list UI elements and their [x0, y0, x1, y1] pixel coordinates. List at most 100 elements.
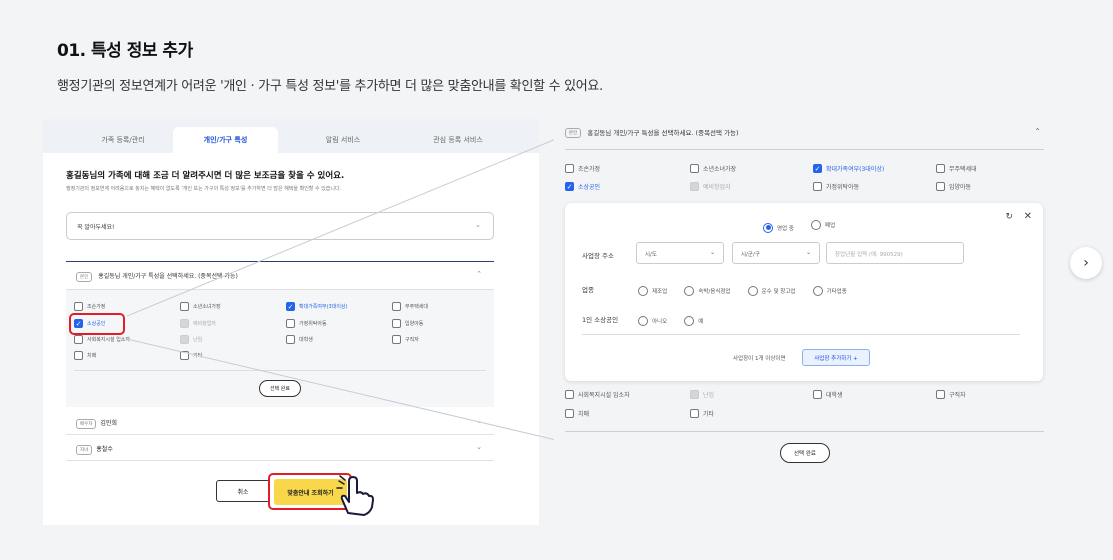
- option-checkbox-checked[interactable]: ✓ 소상공인: [565, 182, 600, 191]
- member-badge: 본인: [565, 128, 582, 138]
- divider: [582, 334, 1020, 335]
- member-row[interactable]: 자녀 홍철수 ⌄: [66, 435, 494, 461]
- traits-accordion-header[interactable]: 본인 홍길동님 개인/가구 특성을 선택하세요. (중복선택 가능) ⌃: [66, 261, 494, 289]
- tab-bar: 가족 등록/관리 개인/가구 특성 알림 서비스 관심 등록 서비스: [43, 119, 539, 153]
- checkbox-icon: [936, 390, 945, 399]
- option-checkbox[interactable]: 치매: [74, 351, 96, 360]
- sido-select[interactable]: 시/도 ⌄: [636, 242, 724, 264]
- checkbox-icon: [392, 335, 401, 344]
- option-checkbox[interactable]: 기타: [690, 409, 714, 418]
- checkbox-icon: [690, 182, 699, 191]
- address-label: 사업장 주소: [582, 252, 614, 260]
- traits-prompt: 홍길동님 개인/가구 특성을 선택하세요. (중복선택 가능): [98, 273, 238, 280]
- option-checkbox[interactable]: 대학생: [286, 335, 313, 344]
- industry-radio[interactable]: 기타업종: [812, 286, 847, 296]
- next-slide-button[interactable]: ›: [1070, 247, 1102, 279]
- traits-accordion-header[interactable]: 본인 홍길동님 개인/가구 특성을 선택하세요. (중복선택 가능): [565, 127, 739, 138]
- option-checkbox[interactable]: 가정위탁아동: [813, 182, 859, 191]
- industry-radio[interactable]: 숙박/음식점업: [684, 286, 731, 296]
- chevron-up-icon[interactable]: ⌃: [1034, 127, 1041, 136]
- checkbox-icon: [180, 319, 189, 328]
- check-icon: ✓: [286, 302, 295, 311]
- industry-radio[interactable]: 제조업: [638, 286, 667, 296]
- add-business-button[interactable]: 사업장 추가하기 +: [802, 349, 870, 366]
- option-checkbox[interactable]: 무주택세대: [392, 302, 428, 311]
- checkbox-icon: [180, 351, 189, 360]
- checkbox-icon: [74, 302, 83, 311]
- industry-radio[interactable]: 운수 및 창고업: [747, 286, 795, 296]
- close-icon[interactable]: ✕: [1024, 211, 1032, 222]
- option-checkbox-checked[interactable]: ✓ 확대가족여부(3대이상): [286, 302, 347, 311]
- status-radio[interactable]: 영업 중: [763, 222, 794, 233]
- tab-interests[interactable]: 관심 등록 서비스: [398, 127, 518, 153]
- solo-radio[interactable]: 아니오: [638, 316, 667, 326]
- member-name: 홍철수: [96, 446, 113, 453]
- checkbox-icon: [74, 335, 83, 344]
- option-checkbox[interactable]: 조손가정: [565, 164, 600, 173]
- option-checkbox[interactable]: 사회복지시설 입소자: [74, 335, 130, 344]
- member-badge: 자녀: [76, 444, 93, 455]
- option-checkbox[interactable]: 치매: [565, 409, 589, 418]
- tab-traits[interactable]: 개인/가구 특성: [173, 127, 278, 153]
- solo-radio[interactable]: 예: [684, 316, 703, 326]
- industry-label: 업종: [582, 286, 594, 294]
- member-badge: 배우자: [76, 418, 97, 429]
- section-title: 01. 특성 정보 추가: [57, 41, 193, 61]
- option-checkbox[interactable]: 입양아동: [392, 319, 423, 328]
- cancel-button[interactable]: 취소: [216, 480, 270, 502]
- option-checkbox[interactable]: 입양아동: [936, 182, 971, 191]
- page-heading: 홍길동님의 가족에 대해 조금 더 알려주시면 더 많은 보조금을 찾을 수 있…: [66, 171, 345, 181]
- sigungu-select[interactable]: 시/군/구 ⌄: [732, 242, 820, 264]
- checkbox-icon: [813, 390, 822, 399]
- option-checkbox[interactable]: 소년소녀가장: [690, 164, 736, 173]
- radio-icon: [812, 286, 823, 296]
- option-checkbox[interactable]: 조손가정: [74, 302, 105, 311]
- select-done-button[interactable]: 선택 완료: [780, 443, 830, 463]
- option-checkbox[interactable]: 가정위탁아동: [286, 319, 327, 328]
- option-checkbox[interactable]: 대학생: [813, 390, 843, 399]
- checkbox-icon: [392, 302, 401, 311]
- option-checkbox[interactable]: 구직자: [936, 390, 966, 399]
- option-checkbox[interactable]: 무주택세대: [936, 164, 977, 173]
- radio-icon: [811, 220, 822, 230]
- chevron-down-icon: ⌄: [805, 249, 811, 256]
- status-radio[interactable]: 폐업: [811, 220, 835, 230]
- radio-icon: [747, 286, 758, 296]
- checkbox-icon: [392, 319, 401, 328]
- screen-preview-right: 본인 홍길동님 개인/가구 특성을 선택하세요. (중복선택 가능) ⌃ 조손가…: [554, 119, 1059, 471]
- notice-accordion[interactable]: 꼭 알아두세요! ⌄: [66, 212, 494, 240]
- checkbox-icon: [565, 390, 574, 399]
- check-icon: ✓: [565, 182, 574, 191]
- screen-preview-left: 가족 등록/관리 개인/가구 특성 알림 서비스 관심 등록 서비스 홍길동님의…: [43, 119, 539, 525]
- tab-alerts[interactable]: 알림 서비스: [283, 127, 403, 153]
- chevron-down-icon: ⌄: [476, 443, 482, 451]
- option-checkbox[interactable]: 구직자: [392, 335, 419, 344]
- divider: [565, 431, 1044, 432]
- notice-label: 꼭 알아두세요!: [77, 224, 115, 231]
- radio-icon: [763, 222, 773, 233]
- chevron-right-icon: ›: [1083, 255, 1089, 271]
- option-checkbox[interactable]: 사회복지시설 입소자: [565, 390, 630, 399]
- checkbox-icon: [813, 182, 822, 191]
- traits-prompt: 홍길동님 개인/가구 특성을 선택하세요. (중복선택 가능): [587, 129, 739, 137]
- checkbox-icon: [565, 164, 574, 173]
- refresh-icon[interactable]: ↻: [1005, 212, 1013, 222]
- option-checkbox-disabled: 예비창업자: [690, 182, 731, 191]
- checkbox-icon: [286, 335, 295, 344]
- checkbox-icon: [690, 164, 699, 173]
- start-date-input[interactable]: 창업년월 입력 (예: 990529): [826, 242, 964, 264]
- select-done-button[interactable]: 선택 완료: [259, 380, 301, 397]
- radio-icon: [684, 316, 695, 326]
- section-description: 행정기관의 정보연계가 어려운 '개인 · 가구 특성 정보'를 추가하면 더 …: [57, 79, 603, 94]
- option-checkbox[interactable]: 소년소녀가장: [180, 302, 221, 311]
- option-checkbox-checked[interactable]: ✓ 소상공인: [74, 319, 105, 328]
- chevron-down-icon: ⌄: [476, 417, 482, 425]
- member-badge: 본인: [76, 271, 93, 282]
- option-checkbox-disabled: 난임: [690, 390, 714, 399]
- option-checkbox[interactable]: 기타: [180, 351, 202, 360]
- tab-family[interactable]: 가족 등록/관리: [63, 127, 183, 153]
- divider: [74, 370, 486, 371]
- checkbox-icon: [690, 390, 699, 399]
- member-row[interactable]: 배우자 김민희 ⌄: [66, 409, 494, 435]
- option-checkbox-checked[interactable]: ✓ 확대가족여부(3대이상): [813, 164, 884, 173]
